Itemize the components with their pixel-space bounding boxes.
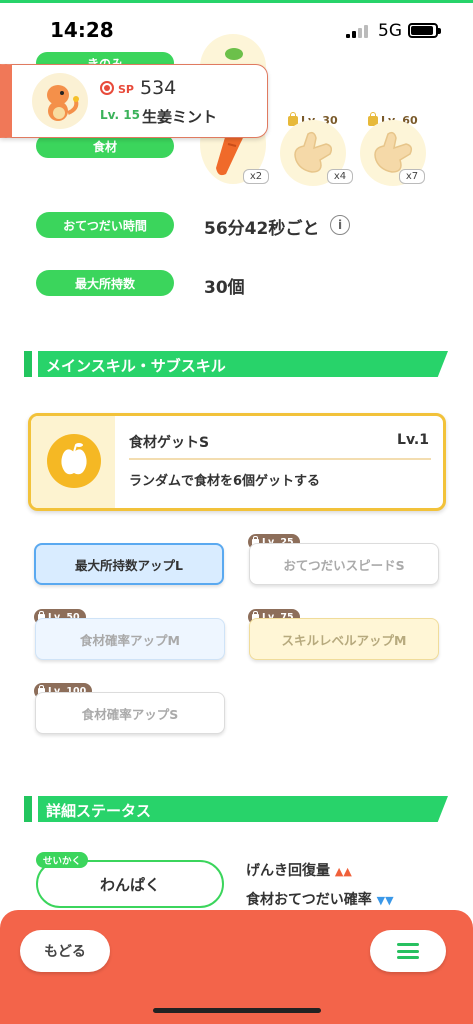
ingredient-count-2: x4 [327, 169, 353, 184]
section-header-details: 詳細ステータス [24, 796, 448, 822]
sp-ball-icon [100, 81, 114, 95]
up-arrow-icon: ▲▲ [334, 865, 352, 878]
menu-button[interactable] [370, 930, 446, 972]
main-skill-card[interactable]: 食材ゲットS Lv.1 ランダムで食材を6個ゲットする [28, 413, 446, 511]
battery-icon [408, 23, 441, 38]
nature-up-stat: げんき回復量 ▲▲ [246, 863, 352, 879]
section-title-skills: メインスキル・サブスキル [46, 357, 226, 375]
sub-skill-5[interactable]: 食材確率アップS [35, 692, 225, 734]
sub-skill-3[interactable]: 食材確率アップM [35, 618, 225, 660]
help-time-value: 56分42秒ごと [204, 219, 320, 239]
section-title-details: 詳細ステータス [46, 802, 152, 820]
network-type: 5G [378, 21, 402, 41]
top-accent-line [0, 0, 473, 3]
back-button[interactable]: もどる [20, 930, 110, 972]
info-icon[interactable]: i [330, 215, 350, 235]
charmander-icon [47, 85, 79, 121]
max-carry-label: 最大所持数 [36, 270, 174, 296]
help-time-label: おてつだい時間 [36, 212, 174, 238]
nature-down-stat: 食材おてつだい確率 ▼▼ [246, 892, 394, 908]
sp-label: SP [118, 83, 134, 96]
home-indicator [153, 1008, 321, 1013]
sub-skill-2[interactable]: おてつだいスピードS [249, 543, 439, 585]
pokemon-nature-name: 生姜ミント [142, 108, 218, 126]
sp-value: 534 [140, 77, 177, 99]
ingredient-count-3: x7 [399, 169, 425, 184]
max-carry-value: 30個 [204, 278, 245, 298]
nature-tag: せいかく [36, 852, 88, 868]
main-skill-level: Lv.1 [397, 432, 429, 448]
main-skill-name: 食材ゲットS [129, 435, 210, 451]
section-header-skills: メインスキル・サブスキル [24, 351, 448, 377]
down-arrow-icon: ▼▼ [376, 894, 394, 907]
cellular-signal-icon [346, 24, 368, 38]
status-time: 14:28 [50, 18, 114, 42]
pokemon-summary-card[interactable]: SP 534 Lv. 15 生姜ミント [0, 64, 268, 138]
hamburger-icon [397, 943, 419, 959]
pokemon-level: Lv. 15 [100, 108, 140, 122]
main-skill-description: ランダムで食材を6個ゲットする [129, 474, 321, 489]
pokemon-avatar [32, 73, 88, 129]
sub-skill-4[interactable]: スキルレベルアップM [249, 618, 439, 660]
apple-icon [47, 434, 101, 488]
sub-skill-1[interactable]: 最大所持数アップL [34, 543, 224, 585]
divider [129, 458, 431, 460]
ingredient-count-1: x2 [243, 169, 269, 184]
